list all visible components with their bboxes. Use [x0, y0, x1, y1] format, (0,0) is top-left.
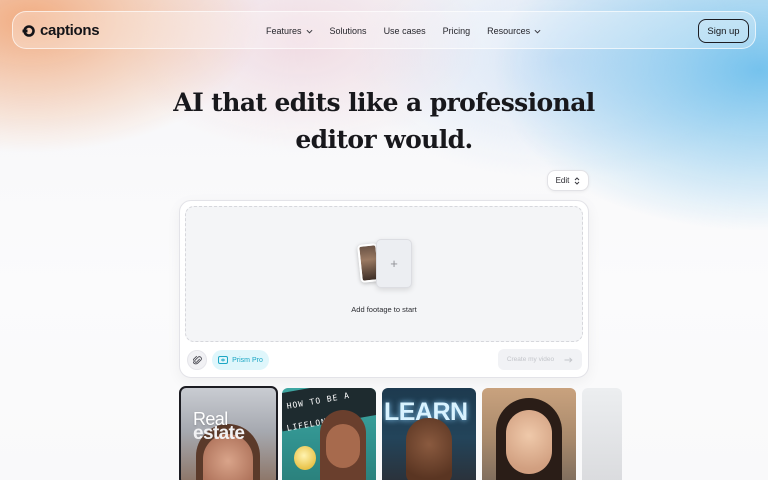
menu-features-label: Features [266, 26, 302, 36]
tile-photo-face [406, 418, 452, 480]
editor-card: + Add footage to start Prism Pro Create … [179, 200, 589, 378]
hero-line-1: AI that edits like a professional [173, 88, 595, 117]
menu-solutions-label: Solutions [329, 26, 367, 36]
logo[interactable]: captions [22, 22, 100, 39]
main-menu: Features Solutions Use cases Pricing Res… [266, 12, 541, 50]
template-tile-lifelong[interactable]: HOW TO BE A LIFELONG [282, 388, 376, 480]
logo-text: captions [40, 22, 100, 39]
paperclip-icon [192, 355, 202, 365]
mode-select[interactable]: Edit [547, 170, 589, 191]
menu-pricing[interactable]: Pricing [443, 26, 471, 36]
chevron-down-icon [306, 29, 313, 34]
hero-line-2: editor would. [295, 125, 473, 154]
menu-resources-label: Resources [487, 26, 531, 36]
template-tile-real-estate[interactable]: Real estate [179, 386, 278, 480]
chevron-up-down-icon [575, 176, 580, 185]
footage-dropzone[interactable]: + Add footage to start [185, 206, 583, 342]
tile-photo-face [506, 410, 552, 474]
template-tile-partial[interactable] [582, 388, 622, 480]
prism-pro-button[interactable]: Prism Pro [212, 350, 269, 370]
menu-use-cases[interactable]: Use cases [384, 26, 426, 36]
prism-pro-label: Prism Pro [232, 356, 263, 364]
menu-resources[interactable]: Resources [487, 26, 541, 36]
captions-logo-icon [22, 24, 35, 37]
tile-photo-face [326, 424, 360, 468]
mode-select-value: Edit [555, 176, 570, 185]
template-tile-portrait[interactable] [482, 388, 576, 480]
hero-heading: AI that edits like a professional editor… [0, 84, 768, 158]
dropzone-label: Add footage to start [351, 305, 417, 314]
template-tile-learn[interactable]: LEARN [382, 388, 476, 480]
chevron-down-icon [534, 29, 541, 34]
sign-up-button[interactable]: Sign up [698, 19, 749, 43]
plus-icon: + [376, 239, 412, 288]
create-video-button[interactable]: Create my video [498, 349, 582, 370]
menu-features[interactable]: Features [266, 26, 313, 36]
menu-solutions[interactable]: Solutions [330, 26, 367, 36]
prism-icon [218, 356, 229, 364]
top-nav: captions Features Solutions Use cases Pr… [12, 11, 756, 49]
menu-pricing-label: Pricing [442, 26, 471, 36]
create-video-label: Create my video [506, 356, 555, 363]
lightbulb-icon [294, 446, 316, 470]
menu-use-cases-label: Use cases [383, 26, 426, 36]
arrow-right-icon [564, 356, 573, 363]
tile-text-bottom: estate [193, 423, 245, 444]
attach-button[interactable] [187, 350, 207, 370]
